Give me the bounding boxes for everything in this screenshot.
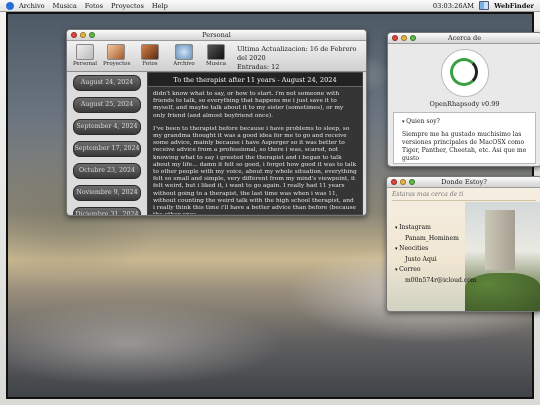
menu-fotos[interactable]: Fotos	[85, 2, 103, 10]
instagram-handle[interactable]: Panam_Hominem	[395, 234, 477, 245]
window-title: Donde Estoy?	[441, 178, 487, 186]
toolbar-personal-button[interactable]: Personal	[72, 44, 98, 67]
menu-help[interactable]: Help	[152, 2, 168, 10]
close-button[interactable]	[392, 35, 398, 41]
minimize-button[interactable]	[401, 35, 407, 41]
close-button[interactable]	[71, 32, 77, 38]
about-text: Siempre me ha gustado muchisimo las vers…	[402, 131, 527, 162]
group-header-instagram[interactable]: Instagram	[395, 223, 477, 234]
app-version: OpenRhapsody v0.99	[429, 100, 500, 108]
photos-icon	[141, 44, 159, 60]
minimize-button[interactable]	[80, 32, 86, 38]
toolbar-proyectos-button[interactable]: Proyectos	[103, 44, 131, 67]
clock: 03:03:26AM	[432, 1, 475, 10]
menu-proyectos[interactable]: Proyectos	[111, 2, 144, 10]
projects-icon	[107, 44, 125, 60]
notepad-icon	[76, 44, 94, 60]
toolbar-label: Archivo	[173, 61, 195, 67]
date-list: August 24, 2024 August 25, 2024 Septembe…	[73, 75, 141, 215]
location-window: Donde Estoy? Estaras mas cerca de ti Ins…	[386, 176, 540, 312]
zoom-button[interactable]	[89, 32, 95, 38]
date-button[interactable]: August 25, 2024	[73, 97, 141, 113]
entry-paragraph: I've been to therapist before because i …	[153, 125, 357, 214]
close-button[interactable]	[391, 179, 397, 185]
window-title: Personal	[202, 31, 231, 39]
zoom-button[interactable]	[409, 179, 415, 185]
entry-paragraph: didn't know what to say, or how to start…	[153, 91, 344, 119]
apple-icon[interactable]	[6, 1, 14, 10]
toolbar-fotos-button[interactable]: Fotos	[137, 44, 163, 67]
contact-list: Instagram Panam_Hominem Neocities Justo …	[395, 223, 477, 286]
neocities-link[interactable]: Justo Aqui	[395, 255, 477, 266]
journal-entry-panel[interactable]: To the therapist after 11 years - August…	[147, 72, 363, 215]
menu-archivo[interactable]: Archivo	[19, 2, 45, 10]
question-disclosure[interactable]: Quien soy?	[402, 118, 531, 126]
zoom-button[interactable]	[410, 35, 416, 41]
toolbar-musica-button[interactable]: Musica	[203, 44, 229, 67]
about-panel: Quien soy? Siempre me ha gustado muchisi…	[393, 112, 536, 164]
location-titlebar[interactable]: Donde Estoy?	[387, 177, 540, 188]
contact-group: Correo m00n574r@icloud.com	[395, 265, 477, 286]
date-button[interactable]: September 4, 2024	[73, 119, 141, 135]
menu-musica[interactable]: Musica	[53, 2, 77, 10]
personal-window: Personal Personal Proyectos Fotos Archiv…	[66, 29, 367, 216]
location-body: Estaras mas cerca de ti Instagram Panam_…	[387, 188, 540, 311]
divider	[392, 200, 536, 201]
toolbar-label: Personal	[72, 61, 98, 67]
about-window: Acerca de OpenRhapsody v0.99 Quien soy? …	[387, 32, 540, 167]
group-header-correo[interactable]: Correo	[395, 265, 477, 276]
date-button[interactable]: Octubre 23, 2024	[73, 163, 141, 179]
window-title: Acerca de	[447, 34, 482, 42]
archive-icon	[175, 44, 193, 60]
toolbar-archivo-button[interactable]: Archivo	[171, 44, 197, 67]
minimize-button[interactable]	[400, 179, 406, 185]
toolbar: Personal Proyectos Fotos Archivo Musica …	[67, 41, 366, 72]
date-button[interactable]: September 17, 2024	[73, 141, 141, 157]
entry-body: didn't know what to say, or how to start…	[148, 87, 362, 214]
toolbar-label: Musica	[205, 61, 227, 67]
group-header-neocities[interactable]: Neocities	[395, 244, 477, 255]
last-update: Ultima Actualizacion: 16 de Febrero del …	[237, 45, 357, 62]
date-button[interactable]: Noviembre 9, 2024	[73, 185, 141, 201]
finder-icon	[479, 1, 490, 10]
about-titlebar[interactable]: Acerca de	[388, 33, 540, 44]
personal-titlebar[interactable]: Personal	[67, 30, 366, 41]
entry-title: To the therapist after 11 years - August…	[148, 73, 362, 87]
openrhapsody-logo-icon	[440, 49, 489, 97]
email-link[interactable]: m00n574r@icloud.com	[395, 276, 477, 287]
date-button[interactable]: August 24, 2024	[73, 75, 141, 91]
status-text: Estaras mas cerca de ti	[392, 191, 464, 198]
toolbar-label: Proyectos	[103, 61, 131, 67]
date-button[interactable]: Diciembre 31, 2024	[73, 207, 141, 215]
contact-group: Instagram Panam_Hominem	[395, 223, 477, 244]
menu-bar: Archivo Musica Fotos Proyectos Help 03:0…	[0, 0, 540, 12]
music-icon	[207, 44, 225, 60]
contact-group: Neocities Justo Aqui	[395, 244, 477, 265]
update-info: Ultima Actualizacion: 16 de Febrero del …	[237, 45, 366, 72]
toolbar-label: Fotos	[142, 61, 158, 67]
app-name[interactable]: WebFinder	[494, 2, 534, 10]
entries-count: Entradas: 12	[237, 63, 280, 71]
